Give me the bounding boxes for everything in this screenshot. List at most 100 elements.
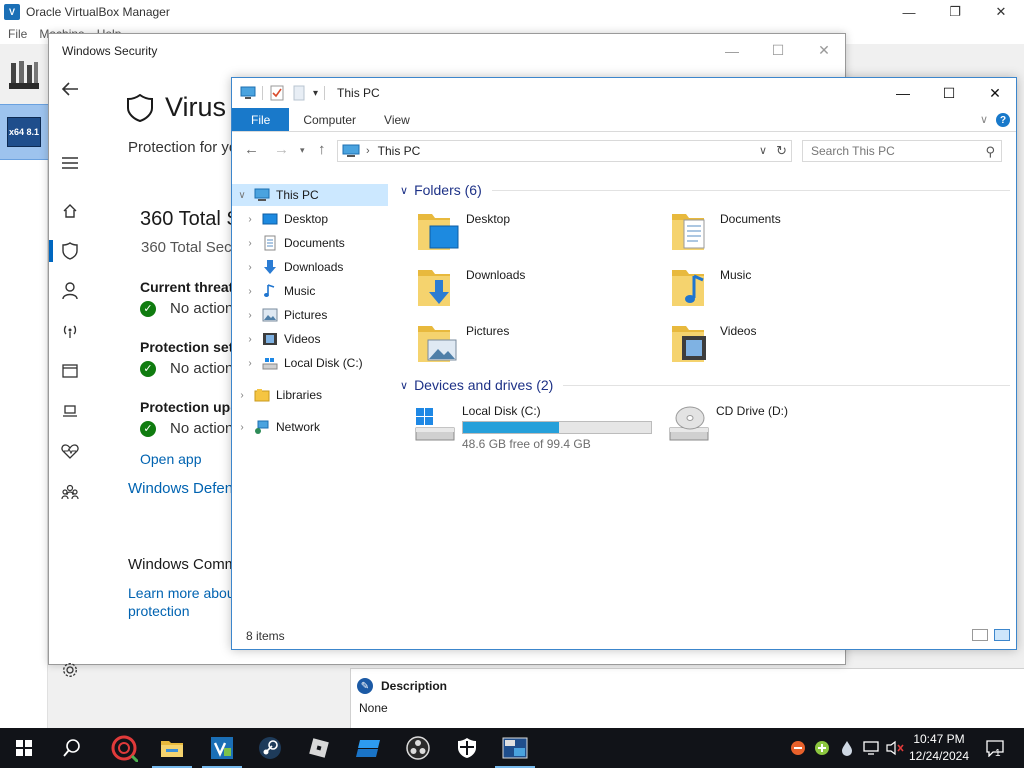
breadcrumb-this-pc[interactable]: This PC (378, 144, 421, 158)
taskbar-app-virtualbox[interactable] (198, 728, 246, 768)
drive-icon (262, 358, 278, 370)
folders-group-header[interactable]: ∨ Folders (6) (400, 182, 1010, 198)
app-browser-icon[interactable] (59, 360, 81, 382)
tab-view[interactable]: View (370, 108, 424, 131)
folder-tile-documents[interactable]: Documents (670, 206, 910, 252)
new-folder-icon[interactable] (291, 85, 307, 101)
explorer-maximize-button[interactable]: ☐ (926, 78, 972, 108)
search-input[interactable]: Search This PC ⚲ (802, 140, 1002, 162)
nav-item-videos[interactable]: › Videos (232, 328, 388, 350)
tray-network[interactable] (860, 728, 882, 768)
security-minimize-button[interactable]: — (709, 34, 755, 67)
collapsed-chevron-icon[interactable]: › (236, 390, 248, 401)
nav-item-libraries[interactable]: › Libraries (232, 384, 388, 406)
vbox-menu-file[interactable]: File (8, 27, 27, 41)
virtualbox-maximize-button[interactable]: ❐ (932, 0, 978, 24)
nav-label: Documents (284, 236, 345, 250)
collapsed-chevron-icon[interactable]: › (244, 214, 256, 225)
help-icon[interactable]: ? (996, 113, 1010, 127)
collapsed-chevron-icon[interactable]: › (244, 310, 256, 321)
explorer-minimize-button[interactable]: — (880, 78, 926, 108)
description-label[interactable]: Description (381, 679, 447, 693)
home-icon[interactable] (59, 200, 81, 222)
firewall-network-icon[interactable] (59, 320, 81, 342)
open-app-link[interactable]: Open app (140, 451, 202, 467)
taskbar-app-vm[interactable] (491, 728, 539, 768)
folder-tile-downloads[interactable]: Downloads (416, 262, 656, 308)
collapsed-chevron-icon[interactable]: › (244, 286, 256, 297)
large-icons-view-icon[interactable] (994, 629, 1010, 641)
shield-icon[interactable] (59, 240, 81, 262)
device-security-icon[interactable] (59, 400, 81, 422)
taskbar-app-obs[interactable] (394, 728, 442, 768)
forward-button[interactable]: → (274, 141, 289, 158)
taskbar-app-roblox[interactable] (295, 728, 343, 768)
nav-item-network[interactable]: › Network (232, 416, 388, 438)
expand-ribbon-chevron-icon[interactable]: ∨ (980, 113, 988, 126)
nav-item-documents[interactable]: › Documents (232, 232, 388, 254)
settings-gear-icon[interactable] (59, 659, 81, 681)
drive-tile-local-disk[interactable]: Local Disk (C:) 48.6 GB free of 99.4 GB (412, 400, 662, 451)
nav-item-desktop[interactable]: › Desktop (232, 208, 388, 230)
refresh-icon[interactable]: ↻ (776, 143, 787, 159)
security-close-button[interactable]: ✕ (801, 34, 847, 67)
back-button[interactable]: ← (244, 141, 259, 158)
taskbar-app-steam[interactable] (246, 728, 294, 768)
tray-app-drop[interactable] (837, 728, 857, 768)
virtualbox-minimize-button[interactable]: — (886, 0, 932, 24)
folder-tile-pictures[interactable]: Pictures (416, 318, 656, 364)
taskbar-app-windows-security[interactable] (443, 728, 491, 768)
action-center-button[interactable]: 1 (980, 728, 1010, 768)
learn-more-link-cont[interactable]: protection (128, 603, 189, 619)
tab-file[interactable]: File (232, 108, 290, 131)
tray-volume[interactable] (884, 728, 906, 768)
hamburger-menu-icon[interactable] (59, 152, 81, 174)
back-arrow-icon[interactable] (59, 78, 81, 100)
folder-tile-videos[interactable]: Videos (670, 318, 910, 364)
up-button[interactable]: ↑ (318, 141, 326, 158)
folder-tile-music[interactable]: Music (670, 262, 910, 308)
nav-item-music[interactable]: › Music (232, 280, 388, 302)
customize-toolbar-chevron-icon[interactable]: ▾ (313, 88, 318, 99)
nav-item-local-disk[interactable]: › Local Disk (C:) (232, 352, 388, 374)
nav-item-downloads[interactable]: › Downloads (232, 256, 388, 278)
security-maximize-button[interactable]: ☐ (755, 34, 801, 67)
taskbar-clock[interactable]: 10:47 PM 12/24/2024 (904, 731, 974, 765)
breadcrumb-separator-icon[interactable]: › (366, 145, 370, 157)
collapsed-chevron-icon[interactable]: › (244, 238, 256, 249)
collapse-group-chevron-icon[interactable]: ∨ (400, 184, 408, 197)
expanded-chevron-icon[interactable]: ∨ (236, 190, 248, 201)
collapse-group-chevron-icon[interactable]: ∨ (400, 379, 408, 392)
tray-app-green[interactable] (812, 728, 832, 768)
tab-computer[interactable]: Computer (289, 108, 370, 131)
drives-group-header[interactable]: ∨ Devices and drives (2) (400, 377, 1010, 393)
details-view-icon[interactable] (972, 629, 988, 641)
taskbar-app-file-explorer[interactable] (148, 728, 196, 768)
nav-item-this-pc[interactable]: ∨ This PC (232, 184, 388, 206)
family-options-icon[interactable] (59, 481, 81, 503)
nav-item-pictures[interactable]: › Pictures (232, 304, 388, 326)
collapsed-chevron-icon[interactable]: › (244, 358, 256, 369)
desktop-folder-icon (418, 214, 459, 250)
taskbar-app-360[interactable] (100, 728, 148, 768)
taskbar-app-blue-app[interactable] (345, 728, 393, 768)
vm-list-item[interactable]: x64 8.1 (0, 104, 48, 160)
tray-app-red[interactable] (788, 728, 808, 768)
virtualbox-close-button[interactable]: ✕ (978, 0, 1024, 24)
address-dropdown-icon[interactable]: ∨ (759, 144, 767, 157)
account-icon[interactable] (59, 280, 81, 302)
address-bar[interactable]: › This PC ∨ ↻ (337, 140, 792, 162)
start-button[interactable] (0, 728, 48, 768)
vbox-tools-button[interactable] (0, 48, 48, 104)
search-icon[interactable]: ⚲ (985, 144, 995, 160)
folder-tile-desktop[interactable]: Desktop (416, 206, 656, 252)
recent-locations-chevron-icon[interactable]: ▾ (300, 145, 305, 156)
collapsed-chevron-icon[interactable]: › (236, 422, 248, 433)
collapsed-chevron-icon[interactable]: › (244, 262, 256, 273)
properties-icon[interactable] (269, 85, 285, 101)
drive-tile-cd-drive[interactable]: CD Drive (D:) (666, 400, 916, 446)
search-button[interactable] (48, 728, 96, 768)
health-heart-icon[interactable] (59, 440, 81, 462)
explorer-close-button[interactable]: ✕ (972, 78, 1018, 108)
collapsed-chevron-icon[interactable]: › (244, 334, 256, 345)
